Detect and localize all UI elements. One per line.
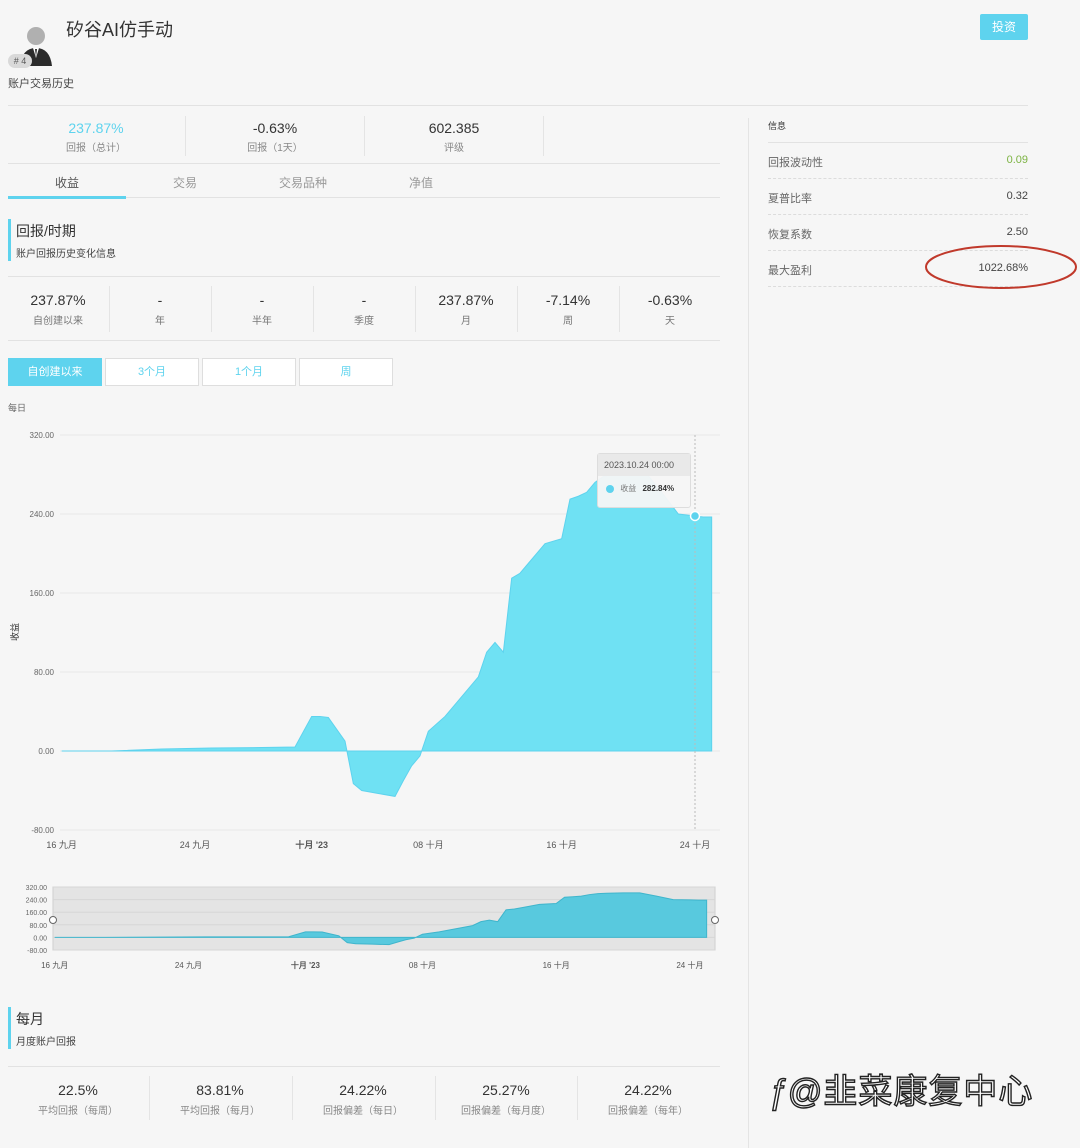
navigator-right-handle xyxy=(711,916,719,924)
y-tick-label: 320.00 xyxy=(30,431,55,440)
x-tick-label: 十月 '23 xyxy=(295,839,328,850)
tab-equity[interactable]: 净值 xyxy=(362,174,480,191)
period-day: -0.63% 天 xyxy=(647,292,693,327)
period-quarter: - 季度 xyxy=(354,292,374,327)
info-title: 信息 xyxy=(768,121,787,131)
divider xyxy=(8,163,720,164)
tab-symbols[interactable]: 交易品种 xyxy=(244,174,362,191)
x-tick-label: 24 十月 xyxy=(680,839,711,850)
y-tick-label: 0.00 xyxy=(38,747,54,756)
section-title: 回报/时期 xyxy=(16,223,76,239)
stat-rating: 602.385 评级 xyxy=(428,120,480,154)
info-row-sharpe: 夏普比率 0.32 xyxy=(768,179,1028,215)
watermark: ƒ@韭菜康复中心 xyxy=(767,1072,1034,1111)
account-name: 矽谷AI仿手动 xyxy=(66,20,174,40)
x-tick-label: 24 九月 xyxy=(175,961,202,970)
x-tick-label: 08 十月 xyxy=(413,839,444,850)
period-month: 237.87% 月 xyxy=(438,292,494,327)
range-button-3m[interactable]: 3个月 xyxy=(105,358,199,386)
platform-logo-icon: ƒ xyxy=(767,1072,788,1111)
section-subtitle: 账户回报历史变化信息 xyxy=(16,249,116,260)
monthly-dev-monthly: 25.27% 回报偏差（每月度） xyxy=(461,1082,551,1117)
range-button-1m[interactable]: 1个月 xyxy=(202,358,296,386)
section-accent xyxy=(8,1007,11,1049)
stat-total-return: 237.87% 回报（总计） xyxy=(66,120,126,154)
highlight-circle xyxy=(925,245,1077,289)
chart-tooltip: 2023.10.24 00:00 收益 282.84% xyxy=(597,453,691,508)
stat-daily-return: -0.63% 回报（1天） xyxy=(247,120,303,154)
divider xyxy=(8,276,720,277)
x-tick-label: 十月 '23 xyxy=(291,960,321,970)
invest-button[interactable]: 投资 xyxy=(980,14,1028,40)
navigator-chart[interactable]: 320.00 240.00 160.00 80.00 0.00 -80.00 16 九月 24… xyxy=(0,880,735,980)
x-tick-label: 08 十月 xyxy=(409,960,436,970)
account-subtitle: 账户交易历史 xyxy=(8,78,74,90)
section-accent xyxy=(8,219,11,261)
rank-badge: # 4 xyxy=(8,54,32,68)
monthly-avg-monthly: 83.81% 平均回报（每月） xyxy=(180,1082,260,1117)
divider xyxy=(8,1066,720,1067)
y-tick-label: 80.00 xyxy=(29,923,47,930)
y-tick-label: 320.00 xyxy=(26,885,48,892)
monthly-dev-yearly: 24.22% 回报偏差（每年） xyxy=(608,1082,688,1117)
period-year: -年 xyxy=(155,292,165,327)
divider xyxy=(543,116,544,156)
monthly-dev-daily: 24.22% 回报偏差（每日） xyxy=(323,1082,403,1117)
period-week: -7.14% 周 xyxy=(545,292,591,327)
x-tick-label: 16 十月 xyxy=(546,839,577,850)
tab-earnings[interactable]: 收益 xyxy=(8,174,126,191)
y-tick-label: -80.00 xyxy=(27,948,47,955)
series-marker-icon xyxy=(606,484,614,493)
chart-caption: 每日 xyxy=(8,403,27,413)
y-tick-label: 240.00 xyxy=(30,510,55,519)
tab-trades[interactable]: 交易 xyxy=(126,174,244,191)
divider xyxy=(8,105,1028,106)
active-tab-indicator xyxy=(8,196,126,199)
tooltip-series: 收益 xyxy=(620,484,637,493)
panel-divider xyxy=(748,118,749,1148)
y-tick-label: -80.00 xyxy=(31,826,54,835)
tooltip-date: 2023.10.24 00:00 xyxy=(598,454,690,476)
y-tick-label: 160.00 xyxy=(26,910,48,917)
highlighted-point xyxy=(689,510,701,522)
range-button-all[interactable]: 自创建以来 xyxy=(8,358,102,386)
period-half-year: - 半年 xyxy=(252,292,272,327)
y-tick-label: 160.00 xyxy=(30,589,55,598)
navigator-left-handle xyxy=(49,916,57,924)
y-tick-label: 240.00 xyxy=(26,898,48,905)
divider xyxy=(8,340,720,341)
y-tick-label: 0.00 xyxy=(33,935,47,942)
monthly-avg-weekly: 22.5% 平均回报（每周） xyxy=(38,1082,118,1117)
x-tick-label: 16 十月 xyxy=(543,960,570,970)
x-tick-label: 24 九月 xyxy=(180,840,211,850)
x-tick-label: 16 九月 xyxy=(41,961,68,970)
y-axis-label: 收益 xyxy=(9,623,20,641)
period-since-inception: 237.87% 自创建以来 xyxy=(30,292,86,327)
tooltip-value: 282.84% xyxy=(642,484,675,493)
info-row-volatility: 回报波动性 0.09 xyxy=(768,143,1028,179)
series-area xyxy=(61,471,713,797)
x-tick-label: 24 十月 xyxy=(676,960,703,970)
section-subtitle: 月度账户回报 xyxy=(16,1037,76,1048)
y-tick-label: 80.00 xyxy=(34,668,55,677)
section-title: 每月 xyxy=(16,1011,44,1027)
x-tick-label: 16 九月 xyxy=(46,840,77,850)
range-button-week[interactable]: 周 xyxy=(299,358,393,386)
